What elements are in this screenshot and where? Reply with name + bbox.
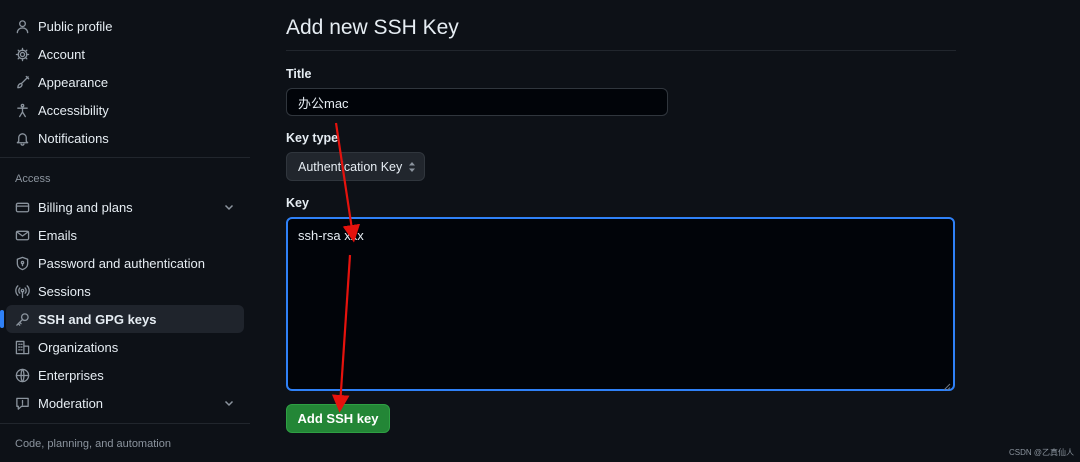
sidebar-item-ssh-gpg-keys[interactable]: SSH and GPG keys bbox=[0, 305, 244, 333]
organization-icon bbox=[14, 339, 30, 355]
resize-handle-icon[interactable] bbox=[943, 379, 951, 391]
sidebar-item-password-authentication[interactable]: Password and authentication bbox=[6, 249, 244, 277]
key-textarea-value: ssh-rsa xxx bbox=[298, 228, 364, 243]
sidebar-item-label: Public profile bbox=[38, 18, 113, 34]
credit-card-icon bbox=[14, 199, 30, 215]
key-type-value: Authentication Key bbox=[298, 159, 403, 174]
sidebar-item-billing[interactable]: Billing and plans bbox=[6, 193, 244, 221]
add-ssh-key-button[interactable]: Add SSH key bbox=[286, 404, 390, 433]
gear-icon bbox=[14, 46, 30, 62]
sidebar-item-label: Password and authentication bbox=[38, 255, 205, 271]
sidebar-item-enterprises[interactable]: Enterprises bbox=[6, 361, 244, 389]
sidebar-section-heading-access: Access bbox=[15, 173, 51, 185]
title-label: Title bbox=[286, 67, 312, 81]
sidebar-item-label: Sessions bbox=[38, 283, 91, 299]
sidebar-item-organizations[interactable]: Organizations bbox=[6, 333, 244, 361]
sidebar-item-label: Enterprises bbox=[38, 367, 104, 383]
broadcast-icon bbox=[14, 283, 30, 299]
sidebar-item-moderation[interactable]: Moderation bbox=[6, 389, 244, 417]
title-input[interactable]: 办公mac bbox=[286, 88, 668, 116]
sidebar-item-sessions[interactable]: Sessions bbox=[6, 277, 244, 305]
key-type-select[interactable]: Authentication Key bbox=[286, 152, 425, 181]
sidebar-item-label: Account bbox=[38, 46, 85, 62]
select-arrows-icon bbox=[408, 161, 416, 173]
sidebar-item-label: Emails bbox=[38, 227, 78, 243]
sidebar-divider bbox=[0, 157, 250, 158]
sidebar-section-heading-code: Code, planning, and automation bbox=[15, 438, 171, 450]
mail-icon bbox=[14, 227, 30, 243]
sidebar-item-emails[interactable]: Emails bbox=[6, 221, 244, 249]
sidebar-item-label: Appearance bbox=[38, 74, 109, 90]
page-title: Add new SSH Key bbox=[286, 16, 459, 39]
sidebar-item-public-profile[interactable]: Public profile bbox=[6, 12, 244, 40]
settings-sidebar: Public profile Account Appearance Access… bbox=[0, 0, 250, 462]
paintbrush-icon bbox=[14, 74, 30, 90]
title-divider bbox=[286, 50, 956, 51]
key-textarea[interactable]: ssh-rsa xxx bbox=[286, 217, 955, 391]
shield-lock-icon bbox=[14, 255, 30, 271]
sidebar-item-accessibility[interactable]: Accessibility bbox=[6, 96, 244, 124]
sidebar-item-label: SSH and GPG keys bbox=[38, 311, 157, 327]
sidebar-divider bbox=[0, 423, 250, 424]
globe-icon bbox=[14, 367, 30, 383]
sidebar-item-account[interactable]: Account bbox=[6, 40, 244, 68]
sidebar-item-notifications[interactable]: Notifications bbox=[6, 124, 244, 152]
key-icon bbox=[14, 311, 30, 327]
sidebar-item-appearance[interactable]: Appearance bbox=[6, 68, 244, 96]
sidebar-item-label: Billing and plans bbox=[38, 199, 133, 215]
person-icon bbox=[14, 18, 30, 34]
bell-icon bbox=[14, 130, 30, 146]
sidebar-item-label: Accessibility bbox=[38, 102, 109, 118]
key-type-label: Key type bbox=[286, 131, 339, 145]
sidebar-item-label: Organizations bbox=[38, 339, 119, 355]
sidebar-item-label: Notifications bbox=[38, 130, 109, 146]
report-icon bbox=[14, 395, 30, 411]
accessibility-icon bbox=[14, 102, 30, 118]
chevron-down-icon[interactable] bbox=[222, 396, 236, 410]
key-label: Key bbox=[286, 196, 309, 210]
sidebar-item-label: Moderation bbox=[38, 395, 104, 411]
chevron-down-icon[interactable] bbox=[222, 200, 236, 214]
watermark: CSDN @乙真仙人 bbox=[1008, 448, 1074, 457]
